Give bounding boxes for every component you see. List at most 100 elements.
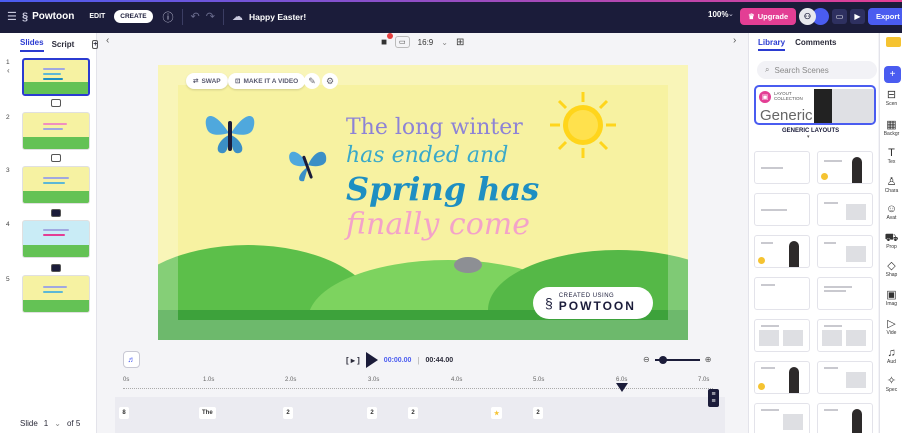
chevron-right-icon[interactable]: › (733, 35, 736, 46)
library-panel: Library Comments ⌕ Search Scenes ▣ LAYOU… (748, 33, 878, 433)
timeline-star-icon[interactable]: ★ (491, 407, 503, 419)
layout-thumbnail[interactable] (754, 277, 810, 310)
slide-transition-icon[interactable] (51, 264, 61, 272)
layout-thumbnail[interactable] (754, 235, 810, 268)
play-icon[interactable] (365, 352, 378, 368)
zoom-slider-knob[interactable] (658, 355, 667, 364)
layers-toggle-icon[interactable]: ≡ ≡ (708, 389, 719, 407)
rail-props[interactable]: ⛟ Prop (880, 232, 902, 250)
rail-text[interactable]: T Tex (880, 147, 902, 165)
layout-thumbnail[interactable] (817, 403, 873, 433)
search-scenes-field[interactable]: ⌕ Search Scenes (757, 61, 877, 79)
layout-thumbnail[interactable] (817, 319, 873, 352)
layout-thumbnail[interactable] (817, 277, 873, 310)
menu-icon[interactable]: ☰ (7, 10, 17, 23)
undo-icon[interactable]: ↶ (191, 10, 200, 23)
layout-thumbnail[interactable] (817, 151, 873, 184)
slide-thumbnail[interactable] (22, 112, 90, 150)
make-it-a-video-button[interactable]: ⊡ MAKE IT A VIDEO (228, 73, 306, 89)
settings-gear-icon[interactable]: ⚙ (322, 73, 338, 89)
zoom-chevron-down-icon[interactable]: ⌄ (728, 10, 734, 18)
brand-logo[interactable]: § Powtoon (22, 11, 74, 23)
redo-icon[interactable]: ↷ (206, 10, 215, 23)
tab-slides[interactable]: Slides (20, 38, 44, 52)
user-avatar[interactable]: ⚇ (799, 8, 816, 25)
headline-line-4[interactable]: finally come (346, 207, 530, 242)
mode-create-button[interactable]: CREATE (114, 10, 153, 23)
export-button[interactable]: Export (868, 8, 902, 25)
timeline-item[interactable]: 2 (367, 407, 377, 419)
slide-select-chevron-icon[interactable]: ⌄ (54, 419, 61, 428)
ratio-icon[interactable]: ▭ (395, 36, 410, 48)
slide-thumbnail[interactable] (22, 220, 90, 258)
slide-transition-icon[interactable] (51, 154, 61, 162)
present-icon[interactable]: ▭ (832, 9, 847, 24)
timeline-item[interactable]: 2 (533, 407, 543, 419)
play-scene-icon[interactable]: [ ▸ ] (346, 356, 360, 365)
headline-line-3[interactable]: Spring has (346, 170, 539, 208)
chevron-left-icon[interactable]: ‹ (106, 35, 109, 46)
ruler-tick: 0s (123, 377, 130, 383)
zoom-out-icon[interactable]: ⊖ (643, 355, 650, 364)
zoom-slider[interactable] (654, 355, 700, 364)
slide-transition-icon[interactable] (51, 209, 61, 217)
project-title[interactable]: Happy Easter! (249, 12, 306, 22)
preview-play-icon[interactable]: ▶ (850, 9, 865, 24)
rail-special[interactable]: ✧ Spec (880, 375, 902, 393)
timeline-item[interactable]: 8 (119, 407, 129, 419)
upgrade-button[interactable]: ♛ Upgrade (740, 8, 797, 25)
grid-icon[interactable]: ⊞ (456, 37, 464, 48)
aspect-ratio-select[interactable]: 16:9 (418, 38, 434, 47)
camera-icon[interactable]: ■ (381, 32, 393, 48)
music-icon[interactable]: ♬ (123, 351, 140, 368)
butterfly-icon[interactable] (202, 107, 258, 159)
rail-avatars[interactable]: ☺ Avat (880, 203, 902, 221)
rail-scenes[interactable]: ⊟ Scen (880, 89, 902, 107)
layout-thumbnail[interactable] (754, 361, 810, 394)
slide-thumbnail[interactable] (22, 58, 90, 96)
rail-characters[interactable]: ♙ Chara (880, 176, 902, 194)
rail-images[interactable]: ▣ Imag (880, 289, 902, 307)
headline-line-1[interactable]: The long winter (346, 115, 523, 140)
zoom-in-icon[interactable]: ⊕ (705, 355, 712, 364)
rail-shapes[interactable]: ◇ Shap (880, 260, 902, 278)
timeline-item[interactable]: The (199, 407, 216, 419)
timeline-item[interactable]: 2 (283, 407, 293, 419)
time-separator: | (417, 355, 420, 365)
rail-video[interactable]: ▷ Vide (880, 318, 902, 336)
slide-transition-icon[interactable] (51, 99, 61, 107)
help-icon[interactable]: ⓘ (163, 9, 174, 25)
sun-icon[interactable] (548, 90, 618, 160)
tab-comments[interactable]: Comments (795, 38, 836, 51)
mode-toggle[interactable]: EDIT CREATE (84, 10, 153, 23)
thumb-text (42, 291, 63, 293)
ratio-chevron-down-icon[interactable]: ⌄ (441, 38, 448, 47)
slide-thumbnail[interactable] (22, 275, 90, 313)
tab-library[interactable]: Library (758, 38, 786, 51)
playhead[interactable] (616, 383, 628, 392)
add-element-icon[interactable]: + (884, 66, 901, 83)
timeline-track[interactable]: 8 The 2 2 2 ★ 2 (115, 397, 725, 433)
layout-thumbnail[interactable] (754, 319, 810, 352)
rail-backgrounds[interactable]: ▦ Backgr (880, 119, 902, 137)
swap-button[interactable]: ⇄ SWAP (186, 73, 228, 89)
layout-thumbnail[interactable] (754, 193, 810, 226)
slide-stage[interactable]: ⇄ SWAP ⊡ MAKE IT A VIDEO ✎ ⚙ The long wi… (158, 65, 688, 340)
collapse-panel-icon[interactable]: ‹ (7, 66, 10, 75)
timeline-item[interactable]: 2 (408, 407, 418, 419)
mode-edit-button[interactable]: EDIT (84, 10, 110, 23)
slide-current-select[interactable]: 1 (44, 419, 48, 428)
magic-wand-icon[interactable]: ✎ (304, 73, 320, 89)
layout-collection-card[interactable]: ▣ LAYOUT COLLECTION Generic (754, 85, 876, 125)
layout-thumbnail[interactable] (817, 361, 873, 394)
rail-audio[interactable]: ♫ Aud (880, 347, 902, 365)
tab-script[interactable]: Script (52, 40, 75, 49)
layout-thumbnail[interactable] (754, 151, 810, 184)
zoom-level[interactable]: 100% (708, 10, 728, 19)
layout-thumbnail[interactable] (817, 193, 873, 226)
layout-thumbnail[interactable] (817, 235, 873, 268)
butterfly-icon[interactable] (286, 145, 330, 185)
slide-thumbnail[interactable] (22, 166, 90, 204)
layout-thumbnail[interactable] (754, 403, 810, 433)
headline-line-2[interactable]: has ended and (346, 143, 508, 168)
